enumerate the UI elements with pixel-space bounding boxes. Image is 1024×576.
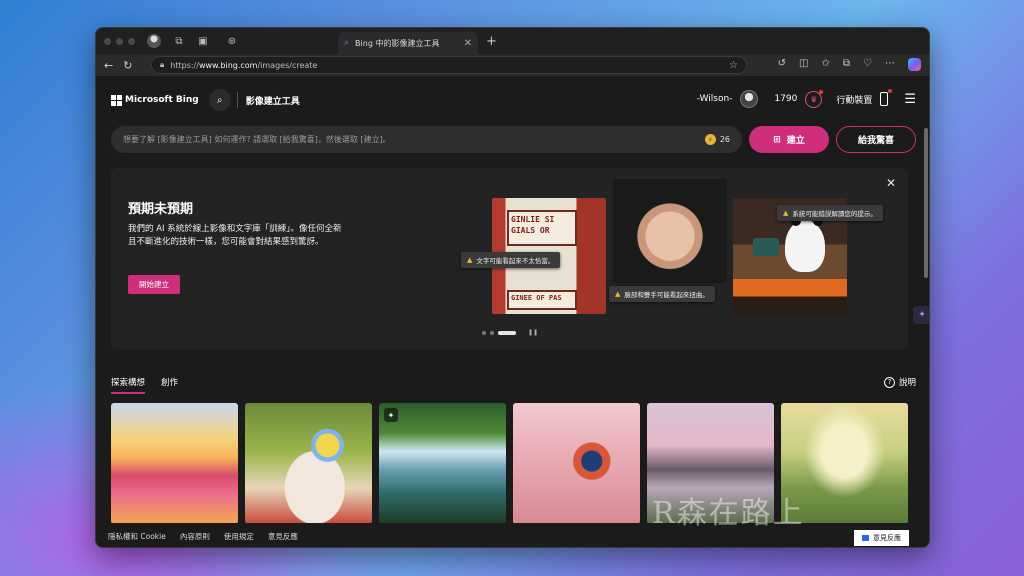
prompt-row: 想要了解 [影像建立工具] 如何運作? 請選取 [給我驚喜]，然後選取 [建立]…	[111, 126, 916, 153]
banner-description: 我們的 AI 系統於線上影像和文字庫「訓練」。像任何全新且不斷進化的技術一樣，您…	[128, 224, 342, 247]
footer-terms-link[interactable]: 使用規定	[224, 531, 254, 542]
extension-icon[interactable]: ↺	[778, 58, 786, 71]
window-controls[interactable]	[104, 37, 135, 45]
more-icon[interactable]: ⋯	[885, 58, 895, 71]
boost-count: 26	[719, 135, 730, 144]
tab-strip: ⧉ ▣ ⊛ ⌕ Bing 中的影像建立工具 ✕ +	[96, 28, 929, 54]
sparkle-icon: ✦	[384, 408, 398, 422]
footer-privacy-link[interactable]: 隱私權和 Cookie	[108, 531, 166, 542]
help-icon: ?	[883, 376, 895, 388]
feedback-button[interactable]: 意見反應	[854, 530, 909, 546]
carousel-indicator[interactable]: ❚❚	[482, 329, 538, 336]
microsoft-logo-icon[interactable]	[111, 94, 122, 106]
lock-icon[interactable]: 🔒︎	[160, 60, 164, 70]
favorites-icon[interactable]: ✩	[822, 58, 830, 71]
tab-bing-image-creator[interactable]: ⌕ Bing 中的影像建立工具 ✕	[338, 32, 478, 54]
search-icon: ⌕	[344, 38, 350, 48]
pause-icon[interactable]: ❚❚	[528, 329, 538, 336]
mobile-label[interactable]: 行動裝置	[836, 93, 872, 106]
carousel-dot[interactable]	[490, 330, 494, 335]
sidebar-copilot-icon[interactable]: ✦	[913, 306, 929, 324]
scrollbar[interactable]	[924, 128, 928, 278]
gallery-image-tulips[interactable]	[111, 403, 238, 524]
address-bar[interactable]: 🔒︎ https://www.bing.com/images/create ☆	[151, 56, 747, 74]
refresh-icon[interactable]: ↻	[123, 59, 132, 72]
split-screen-icon[interactable]: ◫	[799, 58, 808, 71]
gallery-image-butterfly[interactable]	[513, 403, 640, 524]
feedback-icon	[862, 535, 869, 541]
workspaces-icon[interactable]: ⧉	[172, 34, 186, 48]
collections-icon[interactable]: ⧉	[843, 58, 850, 71]
pinned-tab-icon[interactable]: ⊛	[225, 34, 239, 48]
footer-feedback-link[interactable]: 意見反應	[268, 531, 298, 542]
pot-shape	[753, 238, 779, 256]
profile-avatar[interactable]	[147, 34, 161, 48]
username[interactable]: -Wilson-	[697, 94, 733, 104]
divider	[236, 92, 238, 108]
tab-explore[interactable]: 探索構想	[111, 376, 146, 394]
search-icon[interactable]: ⌕	[208, 89, 231, 111]
feedback-label: 意見反應	[873, 534, 901, 542]
tooltip-face-warning: ▲ 臉部和雙手可能看起來扭曲。	[609, 286, 715, 302]
favorite-star-icon[interactable]: ☆	[729, 60, 738, 71]
warning-icon: ▲	[467, 256, 473, 264]
carousel-dot-active[interactable]	[498, 330, 516, 335]
tab-title: Bing 中的影像建立工具	[355, 38, 440, 48]
carousel-dot[interactable]	[482, 330, 486, 335]
banner-title: 預期未預期	[128, 202, 194, 217]
help-label: 說明	[898, 378, 916, 388]
tab-actions-icon[interactable]: ▣	[196, 34, 210, 48]
back-icon[interactable]: ←	[104, 59, 113, 72]
rewards-trophy-icon[interactable]: ♛	[805, 89, 824, 108]
create-label: 建立	[786, 136, 805, 146]
surprise-me-button[interactable]: 給我驚喜	[836, 126, 916, 153]
product-title[interactable]: 影像建立工具	[246, 94, 300, 107]
coin-icon: ⚡	[704, 134, 716, 145]
new-tab-icon[interactable]: +	[486, 34, 497, 49]
warning-icon: ▲	[615, 290, 621, 298]
header-right: -Wilson- 1790 ♛ 行動裝置 ☰	[697, 89, 916, 108]
warning-icon: ▲	[783, 209, 789, 217]
create-icon: ⊞	[773, 134, 781, 145]
site-header: Microsoft Bing ⌕ 影像建立工具 -Wilson- 1790 ♛ …	[96, 76, 929, 124]
create-button[interactable]: ⊞ 建立	[749, 126, 829, 153]
close-icon[interactable]: ✕	[464, 38, 472, 49]
browser-essentials-icon[interactable]: ♡	[863, 58, 872, 71]
toolbar: ← ↻ 🔒︎ https://www.bing.com/images/creat…	[96, 54, 929, 76]
prompt-input[interactable]: 想要了解 [影像建立工具] 如何運作? 請選取 [給我驚喜]，然後選取 [建立]…	[111, 126, 742, 153]
tab-creations[interactable]: 創作	[161, 376, 178, 394]
start-creating-button[interactable]: 開始建立	[128, 275, 180, 294]
page: Microsoft Bing ⌕ 影像建立工具 -Wilson- 1790 ♛ …	[96, 76, 929, 547]
copilot-icon[interactable]	[908, 58, 921, 71]
brand[interactable]: Microsoft Bing	[125, 95, 199, 105]
hamburger-menu-icon[interactable]: ☰	[904, 92, 916, 107]
phone-icon[interactable]	[880, 89, 893, 106]
gallery-image-waterfall[interactable]: ✦	[379, 403, 506, 524]
boost-counter[interactable]: ⚡ 26	[704, 134, 730, 145]
prompt-placeholder: 想要了解 [影像建立工具] 如何運作? 請選取 [給我驚喜]，然後選取 [建立]…	[123, 135, 391, 144]
footer-content-policy-link[interactable]: 內容原則	[180, 531, 210, 542]
content-tabs: 探索構想 創作	[111, 376, 178, 394]
gallery-image-picnic[interactable]	[245, 403, 372, 524]
help-link[interactable]: ? 說明	[883, 376, 916, 388]
example-image-portrait	[613, 179, 727, 283]
browser-window: ⧉ ▣ ⊛ ⌕ Bing 中的影像建立工具 ✕ + ← ↻ 🔒︎ https:/…	[95, 27, 930, 548]
avatar[interactable]	[740, 90, 759, 108]
footer: 隱私權和 Cookie 內容原則 使用規定 意見反應	[96, 523, 929, 547]
close-icon[interactable]: ✕	[886, 176, 896, 190]
rewards-points[interactable]: 1790	[774, 94, 797, 104]
url-text: https://www.bing.com/images/create	[170, 60, 318, 70]
tooltip-text-warning: ▲ 文字可能看起來不太恰當。	[461, 252, 561, 268]
watermark: R森在路上	[652, 496, 805, 531]
tooltip-prompt-warning: ▲ 系統可能錯誤解讀您的提示。	[777, 205, 883, 221]
panda-shape	[785, 220, 825, 272]
gas-pump-sign-lower: GINEE OF PAS	[507, 290, 577, 310]
gas-pump-sign: GINLIE SI GIALS OR	[507, 210, 577, 246]
toolbar-actions: ↺ ◫ ✩ ⧉ ♡ ⋯	[778, 58, 921, 71]
intro-banner: 預期未預期 我們的 AI 系統於線上影像和文字庫「訓練」。像任何全新且不斷進化的…	[111, 168, 908, 349]
